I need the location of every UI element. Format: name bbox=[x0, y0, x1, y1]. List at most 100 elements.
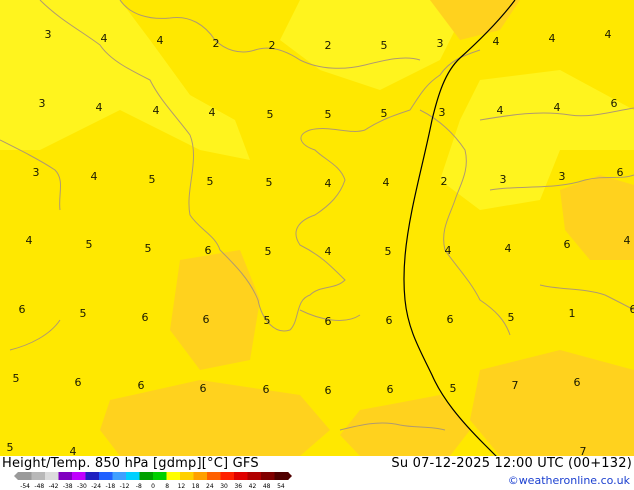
legend-tick-label: -42 bbox=[49, 483, 59, 490]
legend-swatch bbox=[193, 472, 208, 480]
temperature-value: 5 bbox=[508, 311, 515, 324]
color-legend: -54 -48 -42 -38 -30 -24 -18 -12 -8 0 8 12 18 24 30 36 42… bbox=[14, 472, 292, 490]
temperature-value: 4 bbox=[91, 170, 98, 183]
legend-swatch bbox=[261, 472, 275, 480]
legend-swatch bbox=[166, 472, 181, 480]
temperature-value: 2 bbox=[325, 39, 332, 52]
temperature-value: 4 bbox=[325, 177, 332, 190]
temperature-value: 4 bbox=[101, 32, 108, 45]
legend-swatch bbox=[274, 472, 289, 480]
temperature-value: 5 bbox=[385, 245, 392, 258]
legend-tick-label: 54 bbox=[277, 483, 285, 490]
legend-tick-label: -12 bbox=[120, 483, 130, 490]
temperature-value: 6 bbox=[447, 313, 454, 326]
legend-tick-label: 0 bbox=[151, 483, 155, 490]
legend-swatch bbox=[126, 472, 140, 480]
temperature-value: 5 bbox=[381, 107, 388, 120]
legend-swatch bbox=[234, 472, 248, 480]
legend-swatch bbox=[220, 472, 235, 480]
temperature-value: 4 bbox=[209, 106, 216, 119]
map-title: Height/Temp. 850 hPa [gdmp][°C] GFS bbox=[2, 456, 259, 471]
temperature-value: 2 bbox=[441, 175, 448, 188]
legend-tick-label: -38 bbox=[63, 483, 73, 490]
temperature-value: 4 bbox=[605, 28, 612, 41]
footer-bar: Height/Temp. 850 hPa [gdmp][°C] GFS Su 0… bbox=[0, 456, 634, 490]
temperature-value: 2 bbox=[213, 37, 220, 50]
legend-arrow-right bbox=[288, 472, 292, 480]
temperature-value: 4 bbox=[383, 176, 390, 189]
temperature-value: 5 bbox=[267, 108, 274, 121]
website-credit[interactable]: ©weatheronline.co.uk bbox=[508, 474, 630, 487]
temperature-value: 6 bbox=[263, 383, 270, 396]
legend-swatch bbox=[139, 472, 154, 480]
legend-tick-label: -30 bbox=[77, 483, 87, 490]
temperature-value: 5 bbox=[149, 173, 156, 186]
temperature-value: 6 bbox=[142, 311, 149, 324]
temperature-value: 5 bbox=[7, 441, 14, 454]
legend-swatch bbox=[247, 472, 262, 480]
forecast-datetime: Su 07-12-2025 12:00 UTC (00+132) bbox=[391, 456, 632, 471]
legend-tick-label: -18 bbox=[105, 483, 115, 490]
temperature-value: 4 bbox=[497, 104, 504, 117]
legend-tick-label: 18 bbox=[192, 483, 200, 490]
temperature-value: 5 bbox=[86, 238, 93, 251]
temperature-value: 5 bbox=[13, 372, 20, 385]
temperature-value: 6 bbox=[564, 238, 571, 251]
legend-swatch bbox=[85, 472, 100, 480]
temperature-value: 4 bbox=[157, 34, 164, 47]
temperature-value: 7 bbox=[512, 379, 519, 392]
legend-tick-label: 42 bbox=[249, 483, 257, 490]
legend-tick-label: 30 bbox=[220, 483, 228, 490]
temperature-value: 6 bbox=[200, 382, 207, 395]
legend-swatch bbox=[72, 472, 86, 480]
temperature-value: 4 bbox=[26, 234, 33, 247]
temperature-value: 4 bbox=[445, 244, 452, 257]
temperature-value: 5 bbox=[207, 175, 214, 188]
temperature-value: 3 bbox=[45, 28, 52, 41]
temperature-value: 3 bbox=[439, 106, 446, 119]
temperature-value: 5 bbox=[325, 108, 332, 121]
legend-tick-label: 8 bbox=[165, 483, 169, 490]
legend-swatch bbox=[45, 472, 59, 480]
temperature-value: 5 bbox=[145, 242, 152, 255]
legend-tick-label: 36 bbox=[234, 483, 242, 490]
legend-swatch bbox=[31, 472, 46, 480]
temperature-value: 1 bbox=[569, 307, 576, 320]
temperature-value: 5 bbox=[265, 245, 272, 258]
legend-swatch bbox=[207, 472, 221, 480]
temperature-value: 3 bbox=[39, 97, 46, 110]
temperature-value: 4 bbox=[153, 104, 160, 117]
legend-tick-label: 24 bbox=[206, 483, 214, 490]
temperature-map: 3 4 4 2 2 2 5 3 4 4 43 4 4 4 5 5 5 3 4 4 63 4 5 5 5 4 4 2 3 3 64 5 5 6 5 4 5… bbox=[0, 0, 634, 490]
temperature-value: 3 bbox=[437, 37, 444, 50]
temperature-value: 6 bbox=[325, 384, 332, 397]
legend-tick-label: -8 bbox=[136, 483, 142, 490]
temperature-value: 6 bbox=[574, 376, 581, 389]
temperature-value: 5 bbox=[264, 314, 271, 327]
temperature-value: 6 bbox=[386, 314, 393, 327]
temperature-value: 5 bbox=[381, 39, 388, 52]
legend-arrow-left bbox=[14, 472, 18, 480]
legend-swatch bbox=[180, 472, 194, 480]
temperature-value: 6 bbox=[19, 303, 26, 316]
legend-swatch bbox=[153, 472, 167, 480]
temperature-value: 6 bbox=[138, 379, 145, 392]
temperature-value: 4 bbox=[96, 101, 103, 114]
legend-tick-label: -24 bbox=[91, 483, 101, 490]
temperature-value: 6 bbox=[611, 97, 618, 110]
legend-tick-label: 12 bbox=[178, 483, 186, 490]
temperature-value: 4 bbox=[493, 35, 500, 48]
temperature-value: 3 bbox=[500, 173, 507, 186]
legend-tick-label: 48 bbox=[263, 483, 271, 490]
temperature-value: 6 bbox=[205, 244, 212, 257]
temperature-value: 5 bbox=[80, 307, 87, 320]
temperature-value: 6 bbox=[203, 313, 210, 326]
temperature-value: 5 bbox=[266, 176, 273, 189]
temperature-value: 4 bbox=[554, 101, 561, 114]
temperature-value: 4 bbox=[624, 234, 631, 247]
temperature-value: 2 bbox=[269, 39, 276, 52]
temperature-value: 6 bbox=[387, 383, 394, 396]
temperature-value: 4 bbox=[325, 245, 332, 258]
temperature-value: 4 bbox=[505, 242, 512, 255]
temperature-value: 6 bbox=[617, 166, 624, 179]
